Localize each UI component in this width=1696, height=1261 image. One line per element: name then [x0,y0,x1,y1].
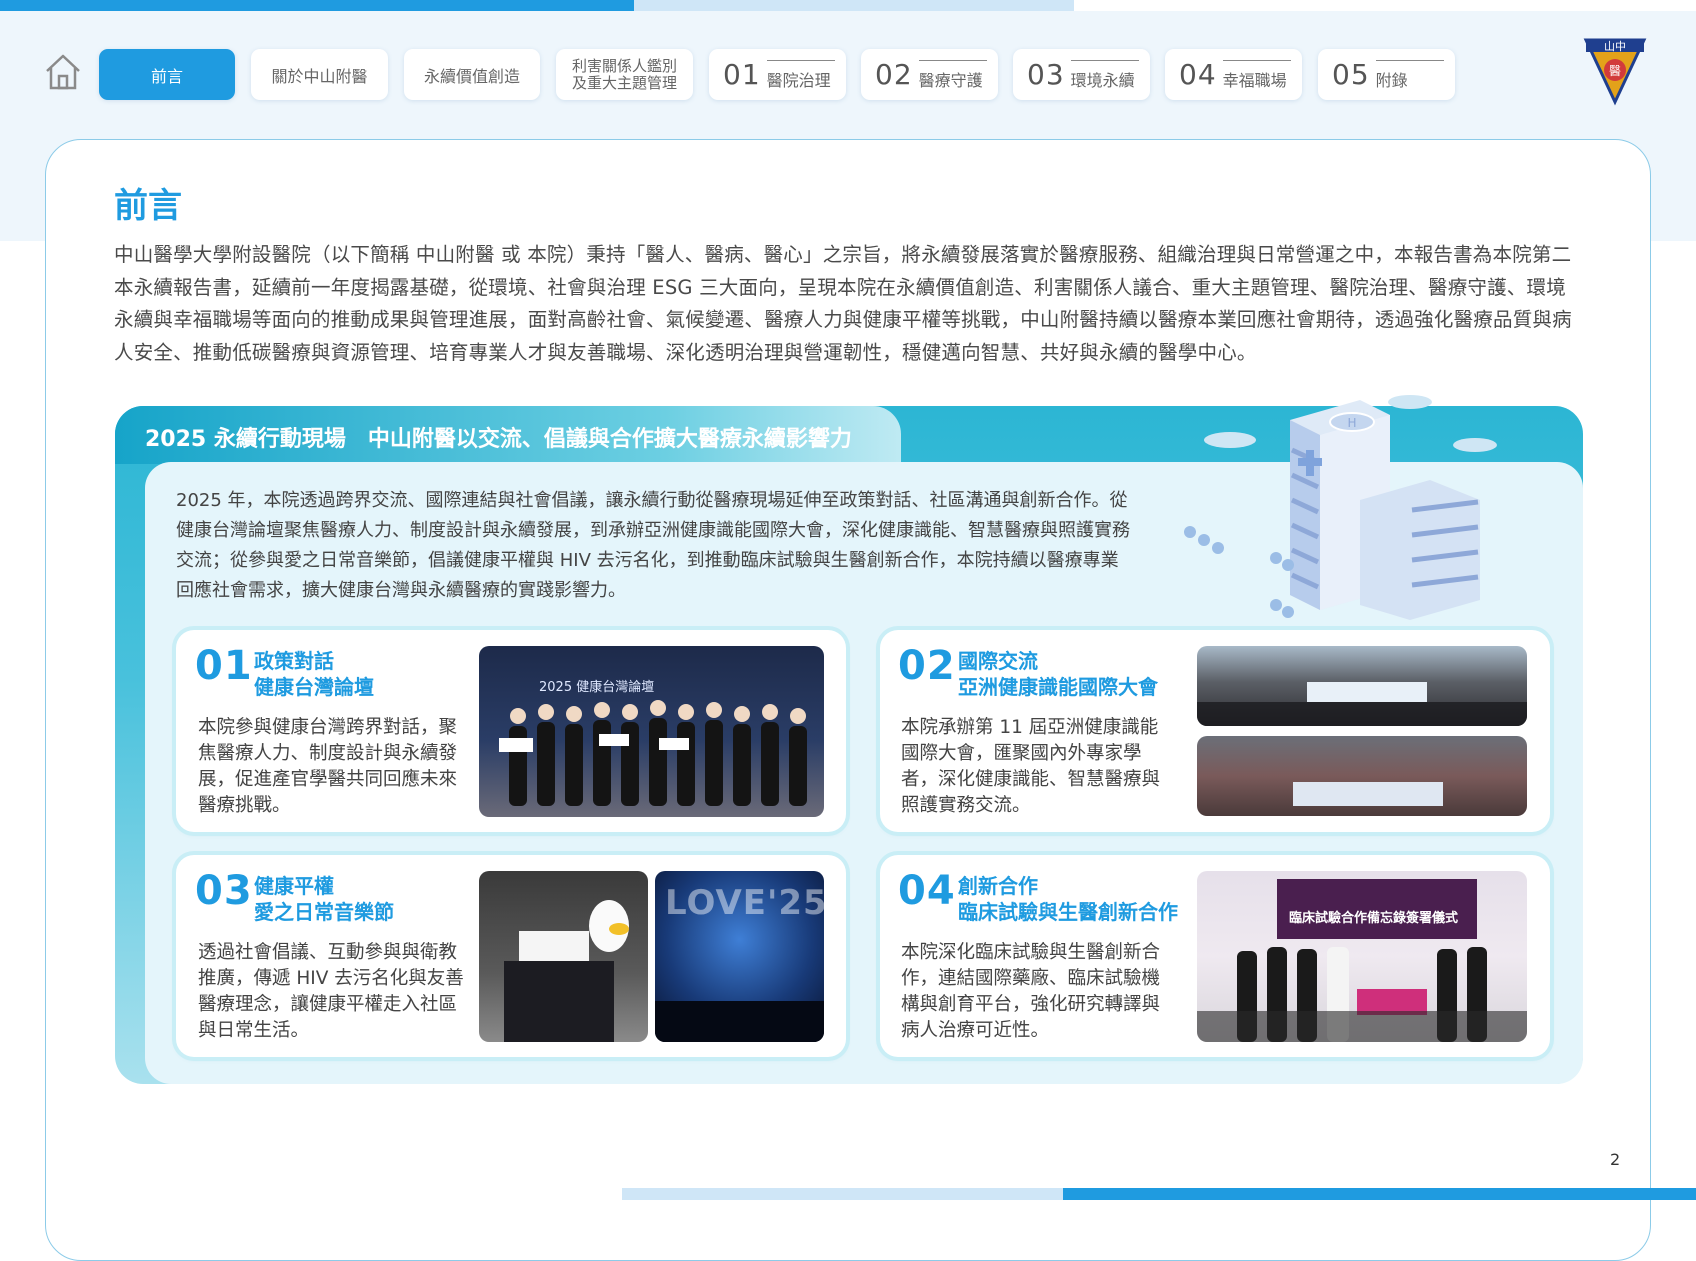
tab-sustainable-value[interactable]: 永續價值創造 [404,49,540,100]
card-heading: 健康平權 愛之日常音樂節 [254,874,394,924]
action-section-text: 2025 年，本院透過跨界交流、國際連結與社會倡議，讓永續行動從醫療現場延伸至政… [176,490,1130,601]
svg-text:醫: 醫 [1609,64,1621,78]
tab-chapter-04[interactable]: 04 幸福職場 [1165,49,1302,100]
card-number: 01 [195,643,253,689]
card-heading: 政策對話 健康台灣論壇 [254,649,374,699]
card-number: 04 [898,868,956,914]
tab-about[interactable]: 關於中山附醫 [251,49,388,100]
svg-text:山中: 山中 [1604,40,1626,53]
intro-paragraph: 中山醫學大學附設醫院（以下簡稱 中山附醫 或 本院）秉持「醫人、醫病、醫心」之宗… [114,243,1572,364]
tab-chapter-03[interactable]: 03 環境永續 [1013,49,1150,100]
card-text: 本院承辦第 11 屆亞洲健康識能國際大會，匯聚國內外專家學者，深化健康識能、智慧… [901,717,1161,816]
tab-stakeholders[interactable]: 利害關係人鑑別 及重大主題管理 [556,49,693,100]
top-progress-bar [0,0,634,11]
hospital-building-illustration: H [1180,390,1510,640]
mou-signing-photo: 臨床試驗合作備忘錄簽署儀式 [1197,871,1527,1042]
bottom-progress-bar [1063,1188,1696,1200]
bottom-progress-track [622,1188,1063,1200]
tab-preface[interactable]: 前言 [99,49,235,100]
top-progress-track [634,0,1074,11]
card-heading: 國際交流 亞洲健康識能國際大會 [958,649,1158,699]
card-heading: 創新合作 臨床試驗與生醫創新合作 [958,874,1178,924]
music-festival-mascot-photo [479,871,648,1042]
music-festival-stage-photo: LOVE'25 [655,871,824,1042]
conference-audience-photo [1197,736,1527,816]
action-section-title: 2025 永續行動現場 中山附醫以交流、倡議與合作擴大醫療永續影響力 [145,427,852,452]
tab-chapter-05[interactable]: 05 附錄 [1318,49,1455,100]
card-text: 本院參與健康台灣跨界對話，聚焦醫療人力、制度設計與永續發展，促進產官學醫共同回應… [198,717,458,816]
card-number: 02 [898,643,956,689]
hospital-logo: 山中 醫 [1582,36,1648,106]
card-text: 透過社會倡議、互動參與與衛教推廣，傳遞 HIV 去污名化與友善醫療理念，讓健康平… [198,942,464,1041]
tab-chapter-02[interactable]: 02 醫療守護 [861,49,998,100]
card-number: 03 [195,868,253,914]
policy-forum-photo: 2025 健康台灣論壇 [479,646,824,817]
tab-chapter-01[interactable]: 01 醫院治理 [709,49,846,100]
page-title: 前言 [114,186,182,226]
page-number: 2 [1610,1150,1621,1169]
home-icon[interactable] [44,52,82,92]
conference-group-photo [1197,646,1527,726]
card-text: 本院深化臨床試驗與生醫創新合作，連結國際藥廠、臨床試驗機構與創育平台，強化研究轉… [901,942,1161,1041]
svg-text:H: H [1347,416,1356,430]
